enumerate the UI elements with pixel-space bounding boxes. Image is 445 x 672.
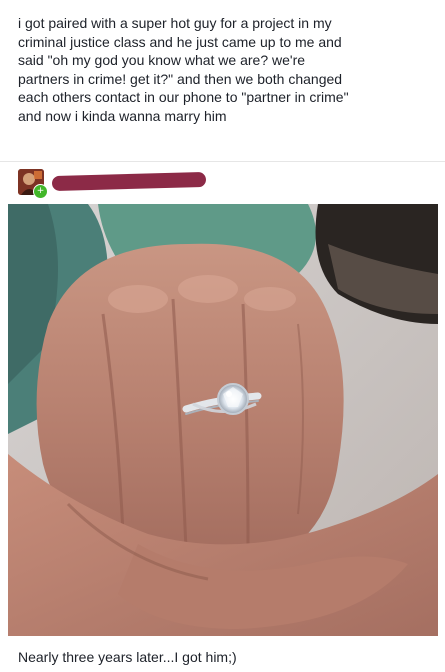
redacted-username <box>51 171 207 192</box>
add-friend-badge-icon: + <box>33 184 48 199</box>
caption-text: Nearly three years later...I got him;) <box>18 649 237 665</box>
post-photo[interactable] <box>8 204 438 636</box>
author-row: + <box>18 169 438 199</box>
photo-illustration <box>8 204 438 636</box>
divider <box>0 161 445 162</box>
post-text: i got paired with a super hot guy for a … <box>18 15 349 124</box>
post-screenshot: i got paired with a super hot guy for a … <box>0 0 445 672</box>
